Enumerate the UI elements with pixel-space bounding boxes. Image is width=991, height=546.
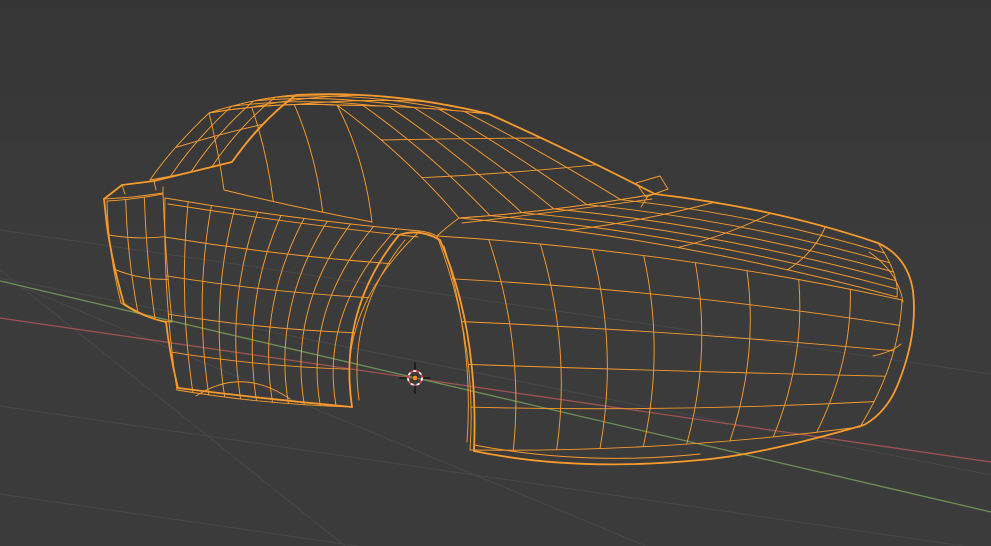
3d-viewport[interactable] [0, 0, 991, 546]
viewport-canvas[interactable] [0, 0, 991, 546]
viewport-vignette [0, 0, 991, 546]
object-origin-dot [411, 374, 419, 382]
